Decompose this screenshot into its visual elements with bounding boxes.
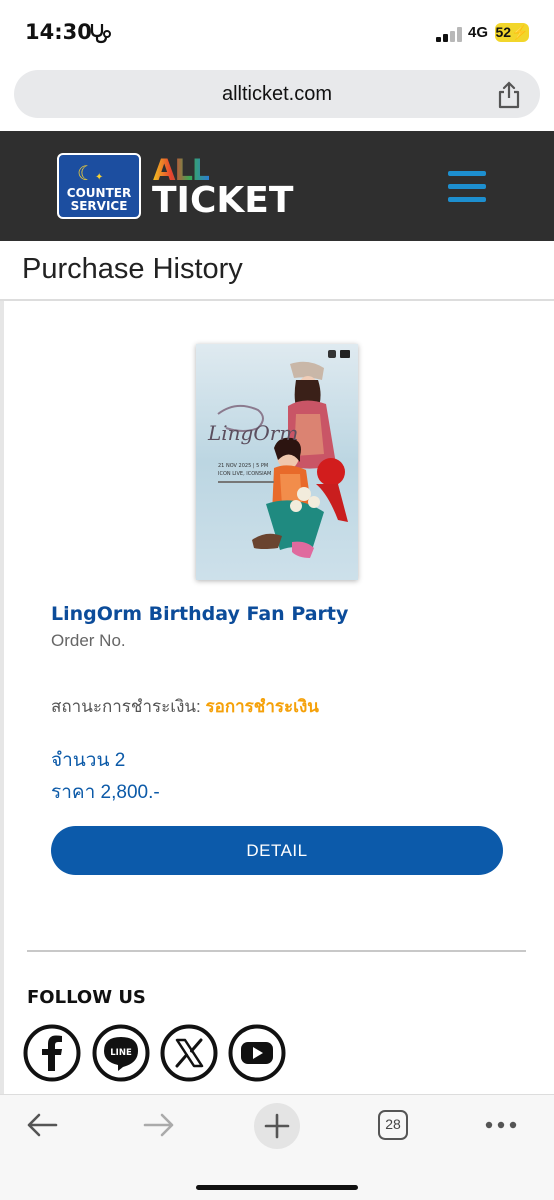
line-icon[interactable]: LINE — [92, 1024, 150, 1082]
stethoscope-icon — [90, 24, 111, 44]
poster-title: LingOrm — [207, 421, 298, 445]
address-bar[interactable]: allticket.com — [14, 70, 540, 118]
ticket-price: ราคา 2,800.- — [51, 782, 160, 803]
title-divider — [0, 299, 554, 301]
counter-service-logo[interactable]: ☾✦ COUNTER SERVICE — [57, 153, 141, 219]
poster-date: 21 NOV 2025 | 5 PM — [218, 463, 268, 469]
payment-status-value: รอการชำระเงิน — [205, 697, 319, 716]
back-arrow-icon[interactable] — [26, 1111, 58, 1139]
battery-indicator: 52⚡ — [495, 23, 529, 42]
x-icon[interactable] — [160, 1024, 218, 1082]
payment-status-label: สถานะการชำระเงิน: — [51, 697, 201, 716]
moon-icon: ☾✦ — [77, 163, 104, 185]
status-time: 14:30 — [25, 20, 92, 44]
youtube-icon[interactable] — [228, 1024, 286, 1082]
home-indicator — [196, 1185, 358, 1190]
new-tab-plus-icon[interactable] — [253, 1102, 301, 1150]
page-title: Purchase History — [22, 253, 243, 285]
event-poster[interactable]: LingOrm 21 NOV 2025 | 5 PM ICON LIVE, IC… — [196, 344, 358, 580]
content-edge — [0, 301, 4, 1096]
poster-image: LingOrm 21 NOV 2025 | 5 PM ICON LIVE, IC… — [196, 344, 358, 580]
logo-text-service: SERVICE — [70, 199, 128, 213]
line-icon-label: LINE — [110, 1048, 132, 1058]
share-icon[interactable] — [496, 81, 522, 109]
ticket-quantity: จำนวน 2 — [51, 750, 126, 771]
url-text[interactable]: allticket.com — [14, 83, 540, 106]
poster-venue: ICON LIVE, ICONSIAM — [218, 471, 271, 477]
status-bar: 14:30 4G 52⚡ — [0, 0, 554, 66]
more-options-icon[interactable] — [484, 1120, 518, 1130]
event-name[interactable]: LingOrm Birthday Fan Party — [51, 603, 348, 625]
network-type: 4G — [468, 24, 489, 41]
payment-status: สถานะการชำระเงิน: รอการชำระเงิน — [51, 693, 319, 720]
battery-level: 52 — [495, 24, 512, 40]
footer-divider — [27, 950, 526, 952]
follow-us-title: FOLLOW US — [27, 987, 146, 1008]
forward-arrow-icon[interactable] — [143, 1111, 175, 1139]
tab-count-button[interactable]: 28 — [378, 1110, 408, 1140]
detail-button[interactable]: DETAIL — [51, 826, 503, 875]
brand-ticket: TICKET — [152, 180, 294, 221]
order-number-label: Order No. — [51, 631, 126, 650]
site-header: ☾✦ COUNTER SERVICE ALL TICKET — [0, 131, 554, 241]
signal-icon — [436, 26, 464, 42]
hamburger-menu-icon[interactable] — [448, 171, 486, 203]
facebook-icon[interactable] — [23, 1024, 81, 1082]
